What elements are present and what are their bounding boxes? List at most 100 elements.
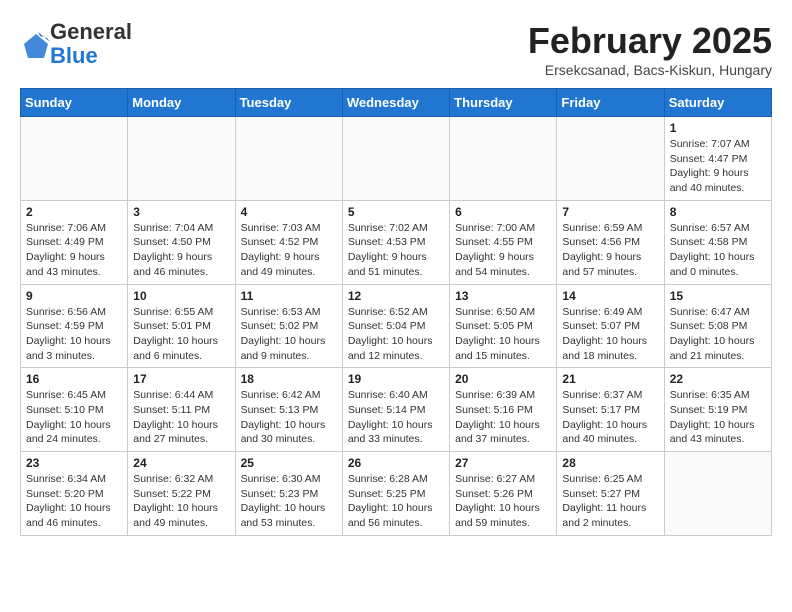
calendar-cell: 19Sunrise: 6:40 AMSunset: 5:14 PMDayligh… — [342, 368, 449, 452]
day-number: 25 — [241, 456, 337, 470]
calendar-cell — [21, 117, 128, 201]
day-number: 3 — [133, 205, 229, 219]
calendar-cell — [235, 117, 342, 201]
day-number: 7 — [562, 205, 658, 219]
day-info: Sunrise: 7:07 AMSunset: 4:47 PMDaylight:… — [670, 137, 766, 196]
day-info: Sunrise: 6:45 AMSunset: 5:10 PMDaylight:… — [26, 388, 122, 447]
calendar-week-row: 2 Sunrise: 7:06 AMSunset: 4:49 PMDaylight… — [21, 200, 772, 284]
day-info: Sunrise: 6:52 AMSunset: 5:04 PMDaylight:… — [348, 305, 444, 364]
calendar-header-row: Sunday Monday Tuesday Wednesday Thursday… — [21, 89, 772, 117]
calendar-cell: 26 Sunrise: 6:28 AMSunset: 5:25 PMDayligh… — [342, 452, 449, 536]
title-block: February 2025 Ersekcsanad, Bacs-Kiskun, … — [528, 20, 772, 78]
day-info: Sunrise: 7:06 AMSunset: 4:49 PMDaylight:… — [26, 221, 122, 280]
day-number: 24 — [133, 456, 229, 470]
calendar-week-row: 1Sunrise: 7:07 AMSunset: 4:47 PMDaylight… — [21, 117, 772, 201]
day-info: Sunrise: 6:50 AMSunset: 5:05 PMDaylight:… — [455, 305, 551, 364]
col-tuesday: Tuesday — [235, 89, 342, 117]
calendar-cell: 10 Sunrise: 6:55 AMSunset: 5:01 PMDayligh… — [128, 284, 235, 368]
col-wednesday: Wednesday — [342, 89, 449, 117]
calendar-cell: 22 Sunrise: 6:35 AMSunset: 5:19 PMDayligh… — [664, 368, 771, 452]
day-number: 14 — [562, 289, 658, 303]
calendar-cell — [128, 117, 235, 201]
calendar-cell: 11Sunrise: 6:53 AMSunset: 5:02 PMDayligh… — [235, 284, 342, 368]
calendar-cell: 18 Sunrise: 6:42 AMSunset: 5:13 PMDayligh… — [235, 368, 342, 452]
day-number: 13 — [455, 289, 551, 303]
day-info: Sunrise: 6:32 AMSunset: 5:22 PMDaylight:… — [133, 472, 229, 531]
day-info: Sunrise: 6:59 AMSunset: 4:56 PMDaylight:… — [562, 221, 658, 280]
month-title: February 2025 — [528, 20, 772, 62]
day-info: Sunrise: 6:42 AMSunset: 5:13 PMDaylight:… — [241, 388, 337, 447]
day-info: Sunrise: 6:57 AMSunset: 4:58 PMDaylight:… — [670, 221, 766, 280]
day-number: 5 — [348, 205, 444, 219]
day-number: 26 — [348, 456, 444, 470]
calendar-cell — [664, 452, 771, 536]
calendar-cell: 2 Sunrise: 7:06 AMSunset: 4:49 PMDaylight… — [21, 200, 128, 284]
day-number: 4 — [241, 205, 337, 219]
calendar-cell: 17 Sunrise: 6:44 AMSunset: 5:11 PMDayligh… — [128, 368, 235, 452]
logo-blue: Blue — [50, 43, 98, 68]
day-info: Sunrise: 6:49 AMSunset: 5:07 PMDaylight:… — [562, 305, 658, 364]
day-info: Sunrise: 6:44 AMSunset: 5:11 PMDaylight:… — [133, 388, 229, 447]
calendar-cell: 27 Sunrise: 6:27 AMSunset: 5:26 PMDayligh… — [450, 452, 557, 536]
day-number: 10 — [133, 289, 229, 303]
day-number: 18 — [241, 372, 337, 386]
day-number: 27 — [455, 456, 551, 470]
calendar-cell: 25Sunrise: 6:30 AMSunset: 5:23 PMDayligh… — [235, 452, 342, 536]
day-info: Sunrise: 7:04 AMSunset: 4:50 PMDaylight:… — [133, 221, 229, 280]
calendar-cell — [342, 117, 449, 201]
day-number: 12 — [348, 289, 444, 303]
day-number: 20 — [455, 372, 551, 386]
day-info: Sunrise: 7:02 AMSunset: 4:53 PMDaylight:… — [348, 221, 444, 280]
day-info: Sunrise: 6:27 AMSunset: 5:26 PMDaylight:… — [455, 472, 551, 531]
day-number: 8 — [670, 205, 766, 219]
calendar-week-row: 16 Sunrise: 6:45 AMSunset: 5:10 PMDayligh… — [21, 368, 772, 452]
col-sunday: Sunday — [21, 89, 128, 117]
day-info: Sunrise: 6:55 AMSunset: 5:01 PMDaylight:… — [133, 305, 229, 364]
calendar-cell: 14 Sunrise: 6:49 AMSunset: 5:07 PMDayligh… — [557, 284, 664, 368]
day-number: 17 — [133, 372, 229, 386]
calendar-cell: 13 Sunrise: 6:50 AMSunset: 5:05 PMDayligh… — [450, 284, 557, 368]
header: General Blue February 2025 Ersekcsanad, … — [20, 20, 772, 78]
day-info: Sunrise: 6:35 AMSunset: 5:19 PMDaylight:… — [670, 388, 766, 447]
location-subtitle: Ersekcsanad, Bacs-Kiskun, Hungary — [528, 62, 772, 78]
day-number: 19 — [348, 372, 444, 386]
calendar-cell: 8 Sunrise: 6:57 AMSunset: 4:58 PMDaylight… — [664, 200, 771, 284]
calendar-cell: 1Sunrise: 7:07 AMSunset: 4:47 PMDaylight… — [664, 117, 771, 201]
day-number: 22 — [670, 372, 766, 386]
calendar: Sunday Monday Tuesday Wednesday Thursday… — [20, 88, 772, 536]
page-container: General Blue February 2025 Ersekcsanad, … — [20, 20, 772, 536]
day-info: Sunrise: 6:28 AMSunset: 5:25 PMDaylight:… — [348, 472, 444, 531]
day-number: 9 — [26, 289, 122, 303]
col-saturday: Saturday — [664, 89, 771, 117]
calendar-week-row: 9 Sunrise: 6:56 AMSunset: 4:59 PMDaylight… — [21, 284, 772, 368]
day-info: Sunrise: 6:39 AMSunset: 5:16 PMDaylight:… — [455, 388, 551, 447]
calendar-cell: 24 Sunrise: 6:32 AMSunset: 5:22 PMDayligh… — [128, 452, 235, 536]
calendar-cell: 15 Sunrise: 6:47 AMSunset: 5:08 PMDayligh… — [664, 284, 771, 368]
logo: General Blue — [20, 20, 132, 68]
logo-text: General Blue — [50, 20, 132, 68]
day-info: Sunrise: 6:56 AMSunset: 4:59 PMDaylight:… — [26, 305, 122, 364]
day-number: 15 — [670, 289, 766, 303]
day-info: Sunrise: 7:03 AMSunset: 4:52 PMDaylight:… — [241, 221, 337, 280]
col-friday: Friday — [557, 89, 664, 117]
calendar-cell: 5 Sunrise: 7:02 AMSunset: 4:53 PMDaylight… — [342, 200, 449, 284]
day-number: 21 — [562, 372, 658, 386]
calendar-cell: 28 Sunrise: 6:25 AMSunset: 5:27 PMDayligh… — [557, 452, 664, 536]
day-number: 16 — [26, 372, 122, 386]
day-number: 2 — [26, 205, 122, 219]
calendar-cell — [450, 117, 557, 201]
logo-icon — [20, 30, 48, 58]
calendar-cell: 9 Sunrise: 6:56 AMSunset: 4:59 PMDaylight… — [21, 284, 128, 368]
day-info: Sunrise: 6:47 AMSunset: 5:08 PMDaylight:… — [670, 305, 766, 364]
calendar-week-row: 23Sunrise: 6:34 AMSunset: 5:20 PMDayligh… — [21, 452, 772, 536]
col-thursday: Thursday — [450, 89, 557, 117]
day-info: Sunrise: 6:25 AMSunset: 5:27 PMDaylight:… — [562, 472, 658, 531]
calendar-cell: 20 Sunrise: 6:39 AMSunset: 5:16 PMDayligh… — [450, 368, 557, 452]
day-number: 28 — [562, 456, 658, 470]
day-number: 23 — [26, 456, 122, 470]
day-number: 6 — [455, 205, 551, 219]
calendar-cell: 4 Sunrise: 7:03 AMSunset: 4:52 PMDaylight… — [235, 200, 342, 284]
calendar-cell: 12 Sunrise: 6:52 AMSunset: 5:04 PMDayligh… — [342, 284, 449, 368]
day-number: 11 — [241, 289, 337, 303]
calendar-cell: 6Sunrise: 7:00 AMSunset: 4:55 PMDaylight… — [450, 200, 557, 284]
